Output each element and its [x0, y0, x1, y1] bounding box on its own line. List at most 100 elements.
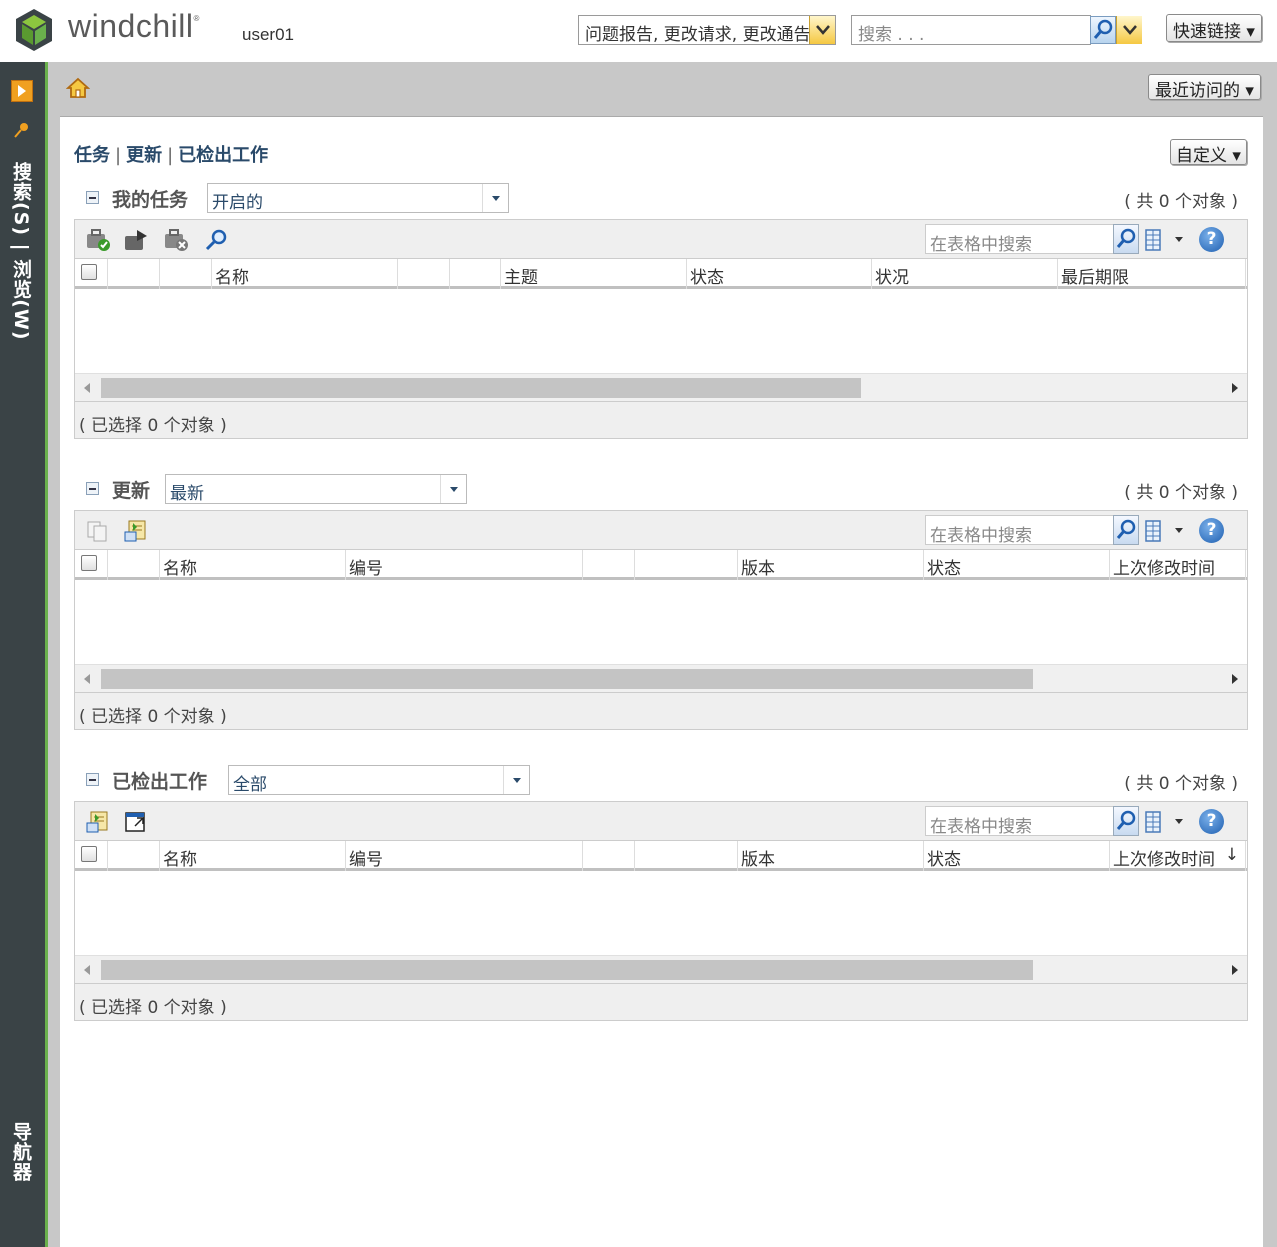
column-header[interactable]	[160, 259, 212, 289]
add-to-workspace-icon[interactable]	[85, 810, 111, 834]
column-header[interactable]	[108, 841, 160, 871]
column-header[interactable]	[108, 550, 160, 580]
column-header-number[interactable]: 编号	[346, 550, 583, 580]
column-header[interactable]	[450, 259, 501, 289]
tab-updates[interactable]: 更新	[126, 145, 162, 166]
column-header[interactable]	[583, 841, 635, 871]
column-header-status[interactable]: 状况	[872, 259, 1058, 289]
collapse-icon[interactable]	[86, 773, 99, 786]
help-icon[interactable]: ?	[1199, 809, 1224, 834]
table-search-button[interactable]	[1113, 806, 1139, 836]
column-header-deadline[interactable]: 最后期限	[1058, 259, 1246, 289]
table-search-button[interactable]	[1113, 515, 1139, 545]
column-header[interactable]	[635, 841, 738, 871]
horizontal-scrollbar[interactable]	[75, 955, 1247, 983]
help-icon[interactable]: ?	[1199, 227, 1224, 252]
scroll-right-icon[interactable]	[1232, 965, 1238, 975]
tab-checked-out-work[interactable]: 已检出工作	[178, 145, 268, 166]
scroll-right-icon[interactable]	[1232, 674, 1238, 684]
help-icon[interactable]: ?	[1199, 518, 1224, 543]
complete-task-icon[interactable]	[85, 228, 111, 252]
column-header-last-modified[interactable]: 上次修改时间 ↓	[1110, 841, 1246, 871]
column-header-name[interactable]: 名称	[160, 841, 346, 871]
scrollbar-thumb[interactable]	[101, 669, 1033, 689]
copy-icon[interactable]	[85, 519, 111, 543]
table-search-input[interactable]: 在表格中搜索	[925, 515, 1139, 546]
column-header-last-modified[interactable]: 上次修改时间	[1110, 550, 1246, 580]
scroll-left-icon[interactable]	[84, 965, 90, 975]
my-tasks-section: 我的任务 开启的 ( 共 0 个对象 ) 在表格中搜索 ? 名称 主题 状态 状…	[74, 179, 1248, 439]
column-header[interactable]	[108, 259, 160, 289]
horizontal-scrollbar[interactable]	[75, 373, 1247, 401]
section-title: 已检出工作	[112, 771, 208, 793]
column-view-icon[interactable]	[1145, 811, 1161, 833]
table-search-button[interactable]	[1113, 224, 1139, 254]
pin-icon[interactable]	[12, 122, 30, 140]
quick-links-button[interactable]: 快速链接 ▾	[1166, 14, 1262, 42]
search-browse-tab[interactable]: 搜索(S) | 浏览(W)	[8, 162, 35, 341]
tab-tasks[interactable]: 任务	[74, 145, 110, 166]
collapse-icon[interactable]	[86, 482, 99, 495]
column-header[interactable]	[398, 259, 450, 289]
column-header-state[interactable]: 状态	[687, 259, 872, 289]
column-header-version[interactable]: 版本	[738, 841, 924, 871]
column-header-name[interactable]: 名称	[212, 259, 398, 289]
customize-button[interactable]: 自定义 ▾	[1170, 139, 1247, 166]
scrollbar-thumb[interactable]	[101, 960, 1033, 980]
column-header-number[interactable]: 编号	[346, 841, 583, 871]
scrollbar-thumb[interactable]	[101, 378, 861, 398]
expand-navigator-icon[interactable]	[11, 80, 33, 102]
content-frame-right	[1263, 116, 1277, 1247]
magnifier-icon	[1116, 810, 1136, 830]
main-content: 任务 | 更新 | 已检出工作 自定义 ▾ 我的任务 开启的 ( 共 0 个对象 )	[60, 116, 1263, 1247]
navigator-tab[interactable]: 导航器	[8, 1122, 35, 1182]
brand-name: windchill®	[68, 8, 200, 44]
column-header[interactable]	[635, 550, 738, 580]
app-header: windchill® user01 问题报告, 更改请求, 更改通告 搜索 . …	[0, 0, 1277, 62]
search-type-dropdown-icon[interactable]	[809, 16, 835, 44]
table-search-input[interactable]: 在表格中搜索	[925, 806, 1139, 837]
reassign-task-icon[interactable]	[123, 228, 149, 252]
column-view-icon[interactable]	[1145, 520, 1161, 542]
recent-visited-button[interactable]: 最近访问的 ▾	[1148, 74, 1261, 101]
search-type-select[interactable]: 问题报告, 更改请求, 更改通告	[578, 15, 836, 45]
column-view-icon[interactable]	[1145, 229, 1161, 251]
view-options-dropdown-icon[interactable]	[1175, 237, 1183, 242]
find-icon[interactable]	[203, 228, 229, 252]
home-icon[interactable]	[66, 76, 90, 100]
select-all-column	[75, 550, 108, 580]
username-label[interactable]: user01	[242, 25, 294, 45]
global-search-button[interactable]	[1090, 16, 1116, 44]
collapse-icon[interactable]	[86, 191, 99, 204]
column-header-state[interactable]: 状态	[924, 841, 1110, 871]
updates-filter-select[interactable]: 最新	[165, 474, 467, 504]
task-filter-select[interactable]: 开启的	[207, 183, 509, 213]
page-section-links: 任务 | 更新 | 已检出工作	[74, 145, 269, 166]
column-header[interactable]	[583, 550, 635, 580]
column-header-state[interactable]: 状态	[924, 550, 1110, 580]
checkout-filter-select[interactable]: 全部	[228, 765, 530, 795]
scroll-left-icon[interactable]	[84, 383, 90, 393]
select-all-checkbox[interactable]	[81, 846, 97, 862]
chevron-down-icon	[482, 184, 508, 212]
scroll-left-icon[interactable]	[84, 674, 90, 684]
select-all-checkbox[interactable]	[81, 264, 97, 280]
add-to-workspace-icon[interactable]	[123, 519, 149, 543]
windchill-logo-icon[interactable]	[12, 7, 56, 53]
cancel-task-icon[interactable]	[163, 228, 189, 252]
object-count: ( 共 0 个对象 )	[1124, 483, 1238, 503]
open-in-window-icon[interactable]	[123, 810, 149, 834]
scroll-right-icon[interactable]	[1232, 383, 1238, 393]
horizontal-scrollbar[interactable]	[75, 664, 1247, 692]
search-options-dropdown-icon[interactable]	[1116, 16, 1142, 44]
chevron-down-icon	[440, 475, 466, 503]
column-header-name[interactable]: 名称	[160, 550, 346, 580]
column-header-version[interactable]: 版本	[738, 550, 924, 580]
column-header-subject[interactable]: 主题	[501, 259, 687, 289]
updates-section: 更新 最新 ( 共 0 个对象 ) 在表格中搜索 ? 名称 编号 版本 状态 上…	[74, 470, 1248, 730]
view-options-dropdown-icon[interactable]	[1175, 819, 1183, 824]
view-options-dropdown-icon[interactable]	[1175, 528, 1183, 533]
global-search-input[interactable]: 搜索 . . .	[851, 15, 1091, 45]
select-all-checkbox[interactable]	[81, 555, 97, 571]
table-search-input[interactable]: 在表格中搜索	[925, 224, 1139, 255]
